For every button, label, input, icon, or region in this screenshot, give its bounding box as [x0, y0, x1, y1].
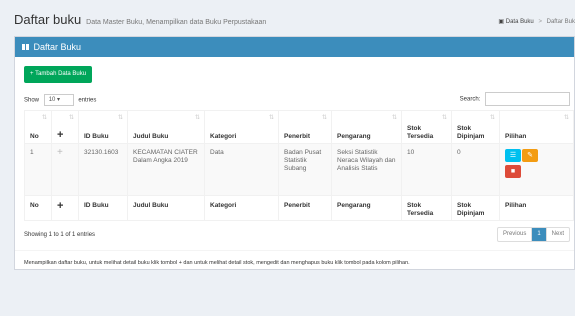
cell-kategori: Data — [204, 143, 279, 196]
content-header: Daftar buku Data Master Buku, Menampilka… — [14, 12, 575, 28]
expand-row-button[interactable]: + — [51, 143, 79, 196]
edit-button[interactable]: ✎ — [522, 149, 538, 162]
cell-stok-tersedia: 10 — [401, 143, 452, 196]
add-book-button[interactable]: + Tambah Data Buku — [24, 66, 93, 83]
column-header-stok-dipinjam[interactable]: ⇅ Stok Dipinjam — [451, 110, 500, 144]
column-header-plus[interactable]: ⇅ + — [51, 110, 79, 144]
sort-icon: ⇅ — [563, 115, 569, 121]
table-footer-row: No + ID Buku Judul Buku Kategori Penerbi… — [24, 195, 574, 221]
table-header-row: ⇅ No ⇅ + ⇅ ID Buku ⇅ Judul Buku ⇅ Kategori ⇅ P… — [24, 110, 574, 144]
book-icon — [22, 44, 29, 50]
divider — [15, 250, 574, 251]
footer-no: No — [24, 195, 52, 221]
column-header-penerbit[interactable]: ⇅ Penerbit — [278, 110, 332, 144]
entries-label: entries — [78, 97, 97, 104]
show-label: Show — [24, 97, 40, 104]
breadcrumb-item-daftar-buku: Daftar Buk — [546, 19, 575, 25]
footer-id-buku: ID Buku — [78, 195, 128, 221]
cell-pilihan: ☰ ✎ ■ — [499, 143, 574, 196]
daftar-buku-box: Daftar Buku + Tambah Data Buku Show 10 ▾… — [14, 36, 575, 270]
page-title: Daftar buku — [14, 12, 82, 27]
cell-stok-dipinjam: 0 — [451, 143, 500, 196]
column-header-no[interactable]: ⇅ No — [24, 110, 52, 144]
edit-icon: ✎ — [527, 152, 533, 159]
column-header-judul-buku[interactable]: ⇅ Judul Buku — [127, 110, 205, 144]
entries-value: 10 — [48, 97, 56, 103]
cell-penerbit: Badan Pusat Statistik Subang — [278, 143, 332, 196]
sort-icon: ⇅ — [41, 115, 47, 121]
cell-pengarang: Seksi Statistik Neraca Wilayah dan Anali… — [331, 143, 402, 196]
box-header: Daftar Buku — [15, 37, 574, 57]
breadcrumb: ▣ Data Buku > Daftar Buk — [498, 18, 575, 25]
sort-icon: ⇅ — [441, 115, 447, 121]
column-header-pilihan[interactable]: ⇅ Pilihan — [499, 110, 574, 144]
page-1-button[interactable]: 1 — [531, 228, 547, 241]
cell-id-buku: 32130.1603 — [78, 143, 128, 196]
box-title: Daftar Buku — [33, 42, 82, 52]
footer-judul-buku: Judul Buku — [127, 195, 205, 221]
page-subtitle: Data Master Buku, Menampilkan data Buku … — [86, 19, 267, 26]
sort-icon: ⇅ — [117, 115, 123, 121]
sort-icon: ⇅ — [268, 115, 274, 121]
search-label: Search: — [459, 96, 481, 103]
list-icon: ☰ — [509, 152, 517, 159]
column-header-id-buku[interactable]: ⇅ ID Buku — [78, 110, 128, 144]
detail-stok-button[interactable]: ☰ — [505, 149, 521, 162]
column-header-stok-tersedia[interactable]: ⇅ Stok Tersedia — [401, 110, 452, 144]
breadcrumb-separator: > — [538, 19, 542, 25]
pagination: Previous 1 Next — [496, 227, 570, 242]
footer-stok-tersedia: Stok Tersedia — [401, 195, 452, 221]
books-table: ⇅ No ⇅ + ⇅ ID Buku ⇅ Judul Buku ⇅ Kategori ⇅ P… — [24, 110, 574, 221]
footer-plus: + — [51, 195, 79, 221]
footer-pilihan: Pilihan — [499, 195, 574, 221]
column-header-pengarang[interactable]: ⇅ Pengarang — [331, 110, 402, 144]
breadcrumb-item-data-buku[interactable]: Data Buku — [506, 19, 534, 25]
next-page-button[interactable]: Next — [547, 228, 569, 241]
table-row: 1 + 32130.1603 KECAMATAN CIATER Dalam An… — [24, 143, 574, 196]
footer-stok-dipinjam: Stok Dipinjam — [451, 195, 500, 221]
footer-penerbit: Penerbit — [278, 195, 332, 221]
footer-pengarang: Pengarang — [331, 195, 402, 221]
entries-select[interactable]: 10 ▾ — [43, 94, 74, 106]
sort-icon: ⇅ — [321, 115, 327, 121]
footer-kategori: Kategori — [204, 195, 279, 221]
search-input[interactable] — [485, 92, 570, 106]
sort-icon: ⇅ — [194, 115, 200, 121]
trash-icon: ■ — [510, 168, 516, 175]
search-control: Search: — [460, 92, 570, 106]
help-note: Menampilkan daftar buku, untuk melihat d… — [24, 260, 410, 266]
sort-icon: ⇅ — [68, 115, 74, 121]
table-info: Showing 1 to 1 of 1 entries — [24, 232, 96, 238]
cell-no: 1 — [24, 143, 52, 196]
sort-icon: ⇅ — [391, 115, 397, 121]
previous-page-button[interactable]: Previous — [498, 228, 531, 241]
cell-judul-buku: KECAMATAN CIATER Dalam Angka 2019 — [127, 143, 205, 196]
sort-icon: ⇅ — [489, 115, 495, 121]
plus-icon[interactable]: + — [57, 147, 63, 158]
delete-button[interactable]: ■ — [505, 165, 521, 178]
column-header-kategori[interactable]: ⇅ Kategori — [204, 110, 279, 144]
entries-length-control: Show 10 ▾ entries — [24, 94, 96, 106]
book-icon: ▣ — [498, 19, 505, 25]
